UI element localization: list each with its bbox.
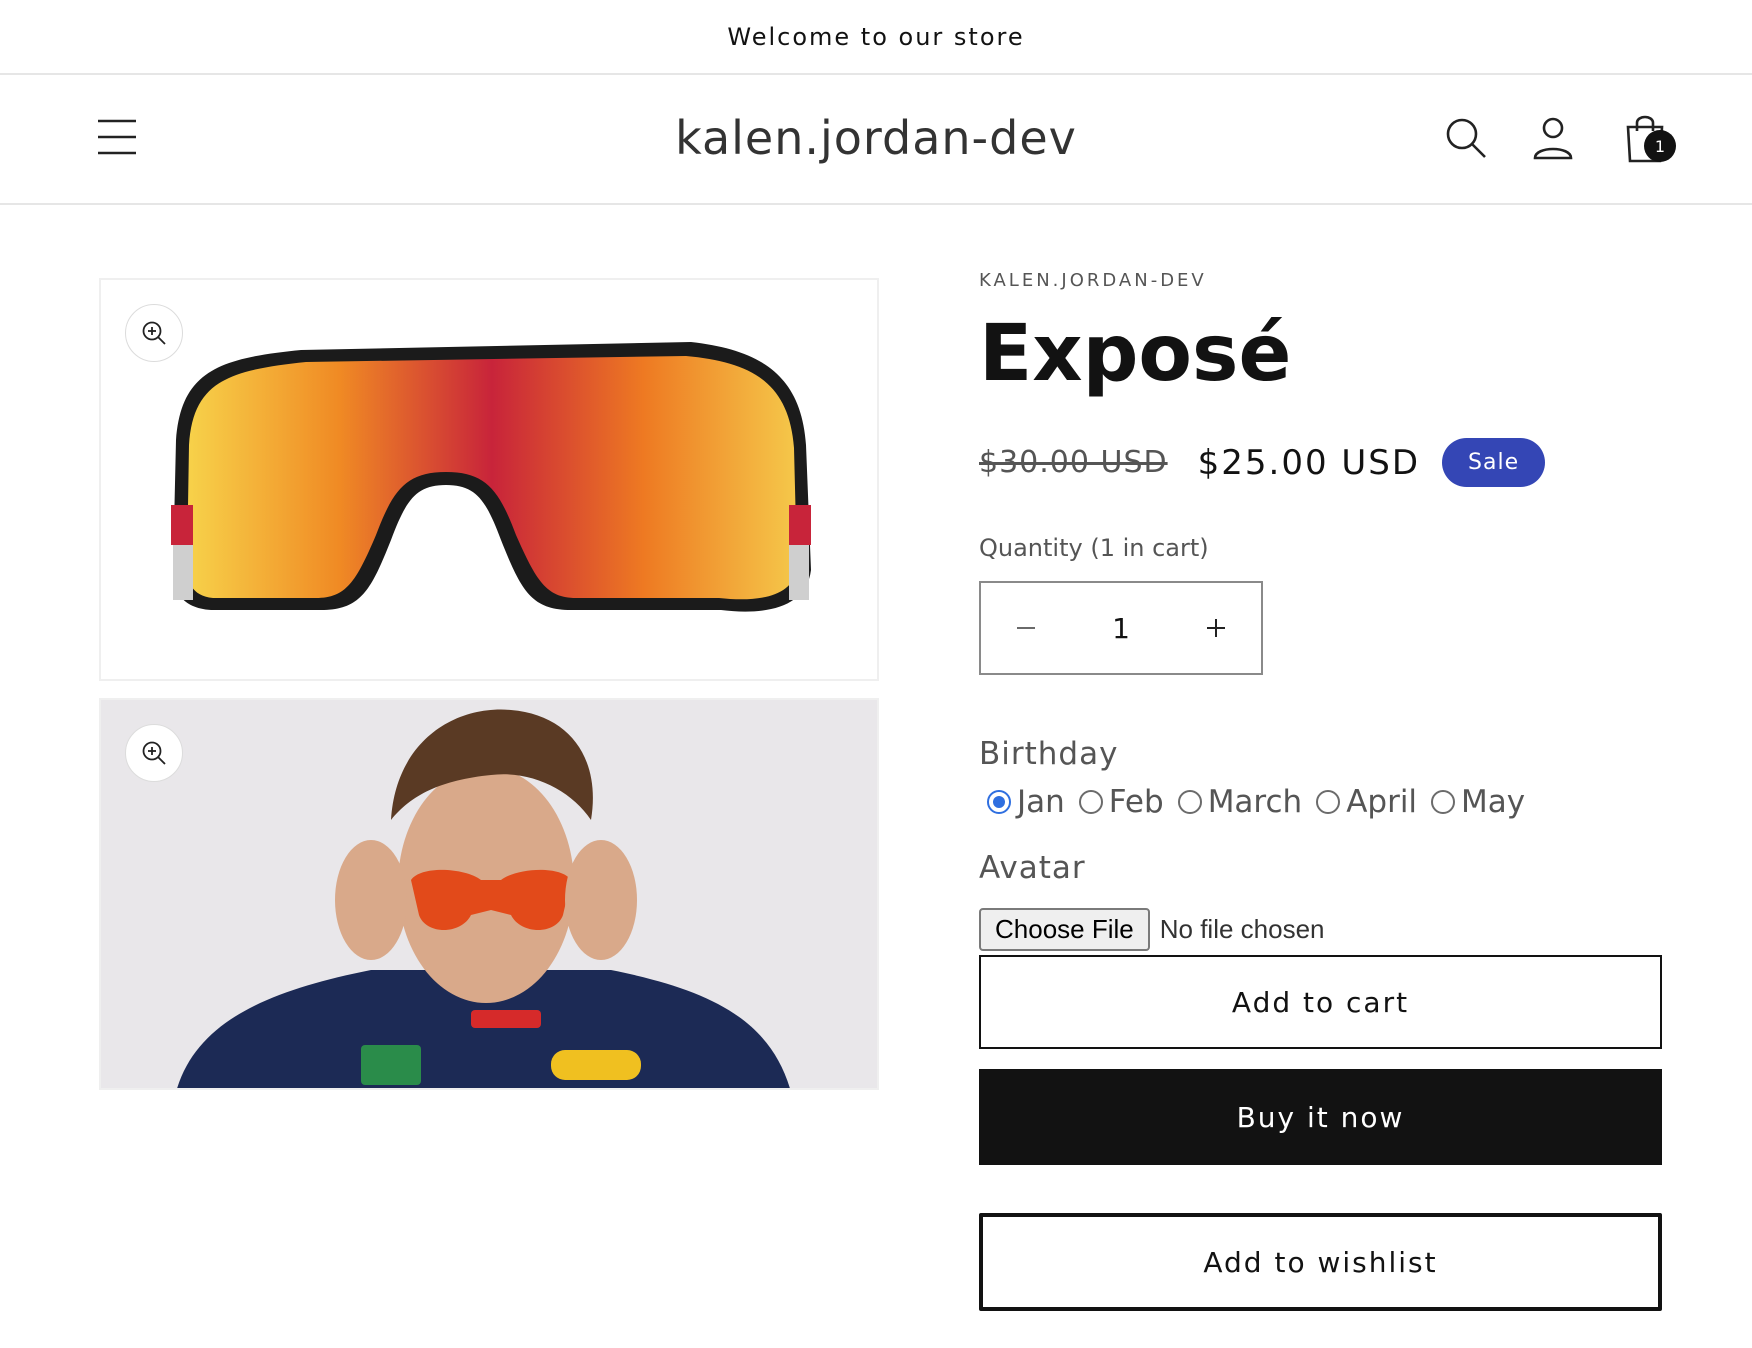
sunglasses-image (171, 342, 811, 612)
birthday-radio-group: Jan Feb March April May (987, 784, 1539, 820)
birthday-option-feb[interactable]: Feb (1078, 784, 1164, 820)
sale-badge: Sale (1442, 438, 1546, 487)
radio-button[interactable] (1431, 790, 1456, 814)
account-button[interactable] (1527, 108, 1579, 168)
birthday-option-may[interactable]: May (1431, 784, 1525, 820)
add-to-cart-button[interactable]: Add to cart (979, 955, 1662, 1049)
radio-button[interactable] (1316, 790, 1341, 814)
quantity-label: Quantity (1 in cart) (979, 534, 1209, 562)
product-image-model[interactable] (99, 698, 879, 1090)
birthday-option-march[interactable]: March (1177, 784, 1303, 820)
radio-button[interactable] (1177, 790, 1202, 814)
birthday-option-april[interactable]: April (1316, 784, 1417, 820)
site-header: kalen.jordan-dev 1 (0, 75, 1752, 205)
menu-button[interactable] (96, 117, 140, 157)
radio-button[interactable] (1078, 790, 1103, 814)
price-row: $30.00 USD $25.00 USD Sale (979, 438, 1546, 487)
cart-count-badge: 1 (1644, 130, 1676, 162)
account-icon (1533, 117, 1573, 160)
avatar-label: Avatar (979, 850, 1086, 886)
site-logo[interactable]: kalen.jordan-dev (675, 111, 1077, 165)
zoom-button[interactable] (125, 724, 183, 782)
birthday-label: Birthday (979, 736, 1119, 772)
zoom-in-icon (142, 741, 166, 765)
quantity-decrease-button[interactable] (981, 583, 1071, 673)
zoom-button[interactable] (125, 304, 183, 362)
buy-now-button[interactable]: Buy it now (979, 1069, 1662, 1165)
radio-button-selected[interactable] (987, 790, 1011, 814)
birthday-option-label: Feb (1108, 784, 1164, 820)
birthday-option-label: May (1461, 784, 1526, 820)
plus-icon (1207, 619, 1225, 637)
cart-button[interactable]: 1 (1614, 108, 1676, 168)
birthday-option-jan[interactable]: Jan (987, 784, 1065, 820)
minus-icon (1017, 627, 1035, 629)
regular-price: $30.00 USD (979, 445, 1168, 480)
quantity-increase-button[interactable] (1171, 583, 1261, 673)
quantity-stepper (979, 581, 1263, 675)
quantity-input[interactable] (1076, 611, 1166, 645)
choose-file-button[interactable]: Choose File (979, 908, 1150, 951)
model-photo-image (101, 700, 877, 1088)
product-info: KALEN.JORDAN-DEV Exposé $30.00 USD $25.0… (979, 270, 1662, 1311)
sale-price: $25.00 USD (1197, 442, 1421, 483)
announcement-bar: Welcome to our store (0, 0, 1752, 75)
product-title: Exposé (979, 309, 1292, 399)
product-vendor: KALEN.JORDAN-DEV (979, 270, 1207, 291)
search-icon (1446, 118, 1486, 158)
birthday-option-label: March (1207, 784, 1303, 820)
announcement-text: Welcome to our store (727, 22, 1025, 51)
avatar-file-input: Choose File No file chosen (979, 908, 1325, 951)
product-image-sunglasses[interactable] (99, 278, 879, 681)
birthday-option-label: Jan (1017, 784, 1065, 820)
file-status-text: No file chosen (1159, 914, 1325, 944)
birthday-option-label: April (1346, 784, 1418, 820)
zoom-in-icon (142, 321, 166, 345)
add-to-wishlist-button[interactable]: Add to wishlist (979, 1213, 1662, 1311)
search-button[interactable] (1440, 108, 1492, 168)
hamburger-menu-icon (98, 119, 136, 155)
